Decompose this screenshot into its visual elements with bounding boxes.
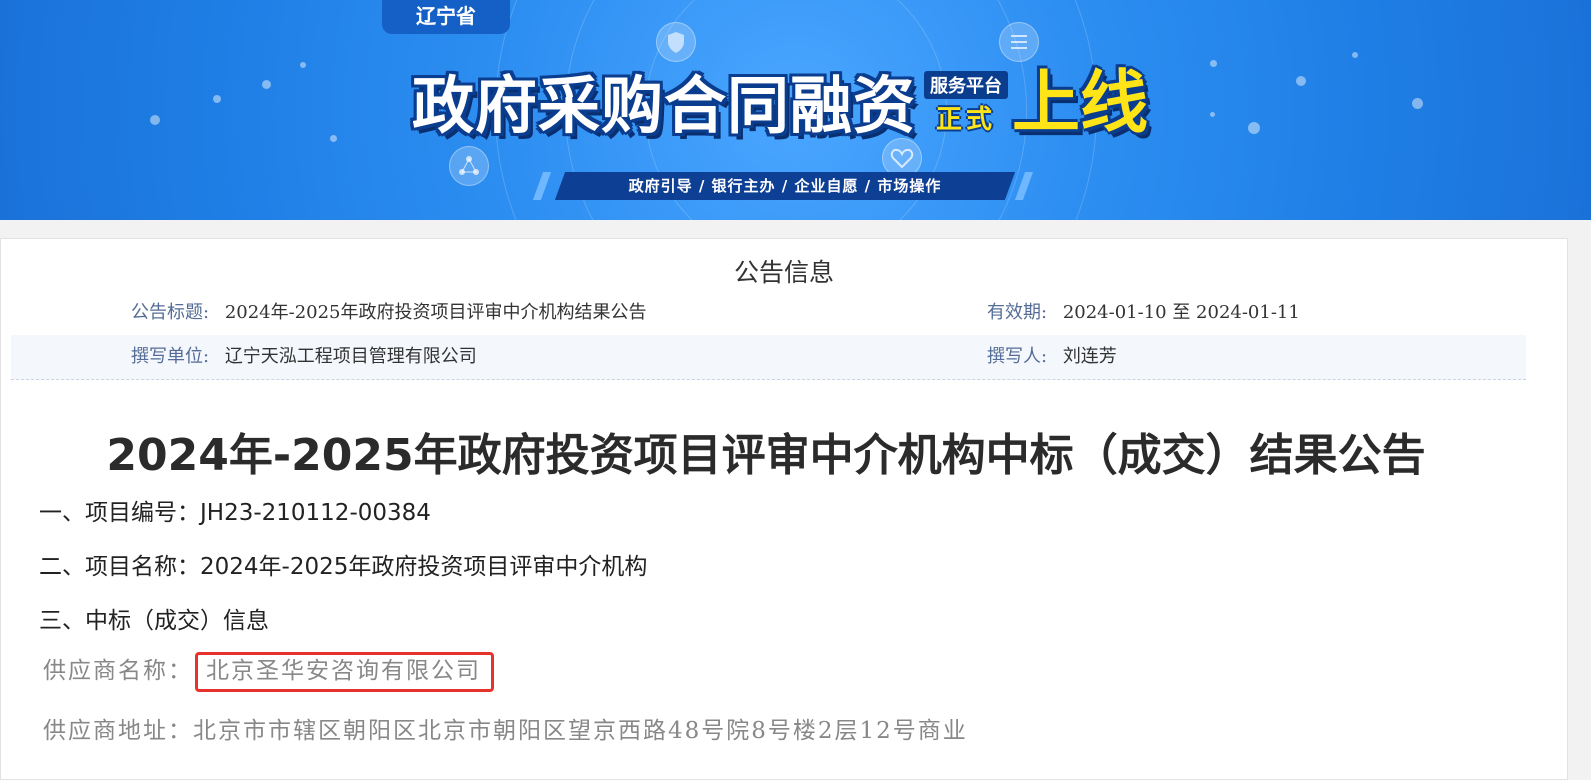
- province-tag: 辽宁省: [382, 0, 510, 34]
- headline-main: 政府采购合同融资: [412, 69, 917, 142]
- decor-dot: [150, 115, 160, 125]
- headline-small: 服务平台: [924, 71, 1009, 99]
- network-icon: [449, 146, 489, 186]
- decor-dot: [330, 135, 337, 142]
- notice-panel: 公告信息 公告标题: 2024年-2025年政府投资项目评审中介机构结果公告 有…: [0, 238, 1568, 780]
- author-value: 刘连芳: [1062, 346, 1117, 367]
- headline-mid: 服务平台 正式: [924, 71, 1009, 136]
- supplier-name-label: 供应商名称：: [43, 658, 193, 684]
- document-title: 2024年-2025年政府投资项目评审中介机构中标（成交）结果公告: [106, 430, 1426, 481]
- item-award-info: 三、中标（成交）信息: [39, 608, 269, 634]
- supplier-address-label: 供应商地址：: [43, 718, 193, 744]
- meta-row-author: 撰写单位: 辽宁天泓工程项目管理有限公司 撰写人: 刘连芳: [11, 335, 1526, 380]
- supplier-address-value: 北京市市辖区朝阳区北京市朝阳区望京西路48号院8号楼2层12号商业: [193, 718, 968, 744]
- headline-big: 上线: [1012, 64, 1149, 143]
- slogan-text: 政府引导 / 银行主办 / 企业自愿 / 市场操作: [628, 177, 942, 195]
- author-field: 撰写人: 刘连芳: [987, 335, 1117, 379]
- decor-dot: [1296, 76, 1306, 86]
- decor-dot: [1412, 98, 1423, 109]
- decor-dot: [1210, 60, 1217, 67]
- title-field: 公告标题: 2024年-2025年政府投资项目评审中介机构结果公告: [131, 291, 647, 335]
- decor-dot: [262, 80, 271, 89]
- decor-dot: [1352, 52, 1358, 58]
- header-banner: 辽宁省 政府采购合同融资 服务平台 正式 上线 政府引导 / 银行主办 / 企业…: [0, 0, 1591, 220]
- author-label: 撰写人:: [987, 346, 1048, 367]
- author-unit-value: 辽宁天泓工程项目管理有限公司: [224, 346, 477, 367]
- validity-label: 有效期:: [987, 302, 1048, 323]
- author-unit-field: 撰写单位: 辽宁天泓工程项目管理有限公司: [131, 335, 477, 379]
- shield-icon: [656, 22, 696, 62]
- author-unit-label: 撰写单位:: [131, 346, 210, 367]
- supplier-name-value: 北京圣华安咨询有限公司: [206, 658, 481, 684]
- validity-value: 2024-01-10 至 2024-01-11: [1062, 302, 1300, 323]
- validity-field: 有效期: 2024-01-10 至 2024-01-11: [987, 291, 1300, 335]
- decor-dot: [300, 62, 306, 68]
- title-label: 公告标题:: [131, 302, 210, 323]
- list-icon: [999, 22, 1039, 62]
- supplier-name-row: 供应商名称： 北京圣华安咨询有限公司: [43, 651, 494, 692]
- item-project-number: 一、项目编号：JH23-210112-00384: [39, 500, 431, 526]
- supplier-address-row: 供应商地址：北京市市辖区朝阳区北京市朝阳区望京西路48号院8号楼2层12号商业: [43, 711, 968, 745]
- title-value: 2024年-2025年政府投资项目评审中介机构结果公告: [224, 302, 647, 323]
- decor-dot: [1210, 112, 1215, 117]
- slogan-bar: 政府引导 / 银行主办 / 企业自愿 / 市场操作: [554, 172, 1016, 200]
- banner-headline: 政府采购合同融资 服务平台 正式 上线: [412, 62, 1148, 142]
- decor-dot: [213, 95, 221, 103]
- item-project-name: 二、项目名称：2024年-2025年政府投资项目评审中介机构: [39, 554, 648, 580]
- meta-row-title: 公告标题: 2024年-2025年政府投资项目评审中介机构结果公告 有效期: 2…: [11, 291, 1526, 336]
- section-title: 公告信息: [733, 258, 834, 287]
- decor-dot: [1248, 122, 1260, 134]
- supplier-name-highlight: 北京圣华安咨询有限公司: [195, 652, 494, 692]
- headline-zs: 正式: [936, 105, 997, 135]
